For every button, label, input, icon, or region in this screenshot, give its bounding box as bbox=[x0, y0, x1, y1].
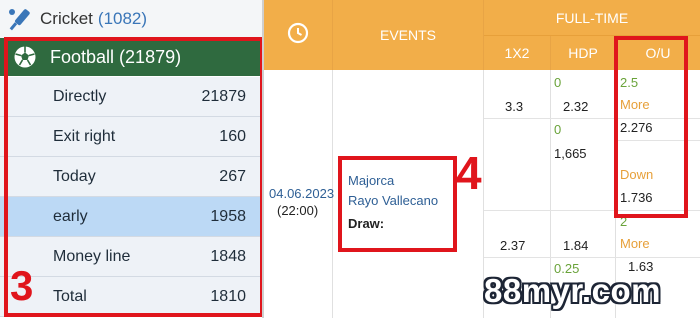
hdp-line: 0 bbox=[554, 75, 562, 90]
header-events: EVENTS bbox=[333, 0, 483, 70]
sidebar-item-label: Cricket bbox=[40, 9, 93, 28]
grid-line bbox=[484, 257, 700, 258]
sidebar-item-cricket[interactable]: Cricket (1082) bbox=[0, 0, 262, 39]
ou-more-label: More bbox=[620, 236, 650, 251]
header-divider bbox=[332, 0, 333, 70]
header-clock-cell bbox=[264, 0, 332, 70]
match-time: (22:00) bbox=[277, 203, 319, 218]
odds-1x2-home[interactable]: 3.3 bbox=[505, 99, 523, 114]
annotation-number-3: 3 bbox=[10, 262, 34, 309]
hdp-odds[interactable]: 2.32 bbox=[563, 99, 588, 114]
sport-sidebar: Cricket (1082) Football (21879) Directly… bbox=[0, 0, 264, 318]
header-divider bbox=[550, 36, 551, 70]
sidebar-item-count: (1082) bbox=[97, 9, 148, 28]
hdp-odds[interactable]: 1.84 bbox=[563, 238, 588, 253]
header-1x2[interactable]: 1X2 bbox=[484, 36, 550, 70]
hdp-odds[interactable]: 1,665 bbox=[554, 146, 587, 161]
match-date: 04.06.2023 bbox=[269, 186, 335, 201]
header-divider bbox=[483, 0, 484, 70]
highlight-box-3 bbox=[4, 37, 264, 317]
clock-icon bbox=[287, 22, 309, 49]
highlight-box-ou bbox=[614, 36, 688, 218]
hdp-line: 0 bbox=[554, 122, 562, 137]
cricket-bat-icon bbox=[0, 6, 40, 32]
annotation-number-4: 4 bbox=[456, 147, 482, 199]
watermark: 88myr.com bbox=[484, 272, 661, 309]
odds-1x2-away[interactable]: 2.37 bbox=[500, 238, 525, 253]
header-full-time: FULL-TIME bbox=[484, 0, 700, 36]
header-hdp[interactable]: HDP bbox=[551, 36, 615, 70]
highlight-box-4 bbox=[338, 156, 457, 252]
